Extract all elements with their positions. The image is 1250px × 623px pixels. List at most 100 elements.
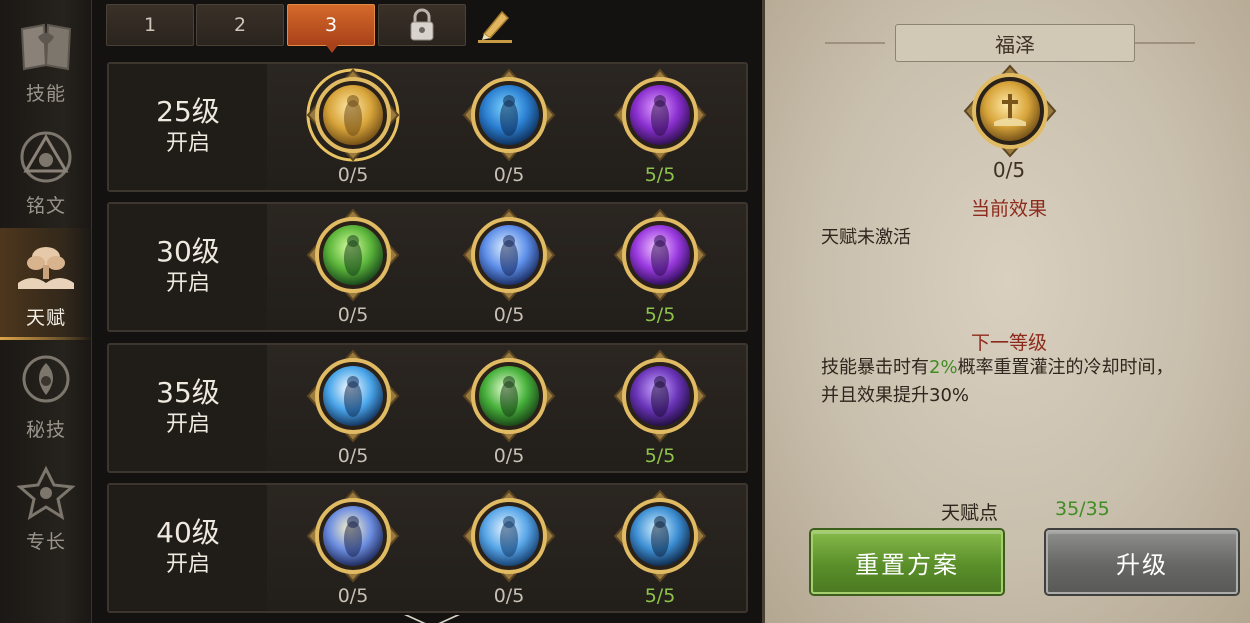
upgrade-button[interactable]: 升级 [1046, 530, 1238, 594]
light-burst-icon [462, 208, 556, 302]
skill-book-icon [20, 23, 72, 71]
next-level-text-part: 技能暴击时有 [821, 357, 929, 378]
inscription-icon [20, 131, 72, 183]
selected-talent-count: 0/5 [992, 158, 1026, 182]
lock-icon [410, 8, 434, 41]
side-navigation: 技能 铭文 天赋 秘技 专长 [0, 0, 92, 623]
talent-count: 5/5 [644, 304, 676, 326]
talent-points-label: 天赋点 [941, 502, 999, 524]
thunder-figure-icon [306, 489, 400, 583]
current-effect-heading: 当前效果 [970, 198, 1047, 220]
tab-2[interactable]: 2 [196, 4, 284, 46]
nav-label: 天赋 [25, 307, 66, 329]
talent-title: 福泽 [895, 24, 1135, 62]
nav-item-skills[interactable]: 技能 [0, 4, 92, 116]
unlock-label: 开启 [165, 412, 210, 437]
tab-label: 1 [143, 14, 157, 36]
talent-count: 5/5 [644, 585, 676, 607]
talent-row: 35级开启 0/5 0/5 5/5 [107, 343, 748, 473]
heal-cross-icon [462, 349, 556, 443]
next-level-text-part: 概率重置灌注的冷却时间， [957, 357, 1174, 378]
nav-label: 技能 [25, 83, 66, 105]
scroll-down-arrow-icon[interactable] [404, 612, 460, 623]
level-requirement: 25级开启 [109, 64, 267, 190]
talent-slot[interactable]: 5/5 [612, 489, 708, 609]
talent-count: 0/5 [493, 445, 525, 467]
level-requirement: 40级开启 [109, 485, 267, 611]
talent-points-value: 35/35 [1055, 498, 1110, 520]
tab-1[interactable]: 1 [106, 4, 194, 46]
talent-count: 0/5 [493, 304, 525, 326]
shadow-hand-icon [613, 68, 707, 162]
next-level-text: 技能暴击时有2%概率重置灌注的冷却时间， 并且效果提升30% [821, 354, 1241, 410]
unlock-label: 开启 [165, 271, 210, 296]
decorative-divider [1135, 42, 1195, 44]
talent-slot[interactable]: 0/5 [305, 68, 401, 188]
level-label: 25级 [156, 95, 220, 128]
talent-row: 25级开启 0/5 0/5 5/5 [107, 62, 748, 192]
talent-slot[interactable]: 0/5 [305, 208, 401, 328]
talent-title-text: 福泽 [995, 32, 1035, 57]
talent-slot[interactable]: 5/5 [612, 68, 708, 188]
holy-cross-icon [306, 68, 400, 162]
secret-art-icon [22, 355, 70, 403]
nav-item-secret-art[interactable]: 秘技 [0, 340, 92, 452]
talent-count: 0/5 [337, 304, 369, 326]
tab-label: 2 [233, 14, 247, 36]
talent-tree-icon [18, 247, 74, 289]
next-level-heading: 下一等级 [970, 332, 1047, 354]
nav-label: 铭文 [25, 195, 66, 217]
next-level-highlight: 2% [929, 357, 958, 378]
talent-slot[interactable]: 0/5 [305, 349, 401, 469]
talent-slot[interactable]: 0/5 [305, 489, 401, 609]
unlock-label: 开启 [165, 131, 210, 156]
talent-slot[interactable]: 0/5 [461, 489, 557, 609]
level-requirement: 35级开启 [109, 345, 267, 471]
tab-locked[interactable] [378, 4, 466, 46]
talent-row: 40级开启 0/5 0/5 5/5 [107, 483, 748, 613]
nav-item-talent[interactable]: 天赋 [0, 228, 92, 340]
spirit-figure-icon [613, 489, 707, 583]
next-level-text-line2: 并且效果提升30% [821, 385, 970, 406]
unlock-label: 开启 [165, 552, 210, 577]
level-label: 35级 [156, 376, 220, 409]
current-effect-text: 天赋未激活 [821, 227, 911, 248]
pencil-icon [478, 10, 512, 43]
selected-talent-icon [963, 64, 1057, 162]
winged-shield-icon [462, 489, 556, 583]
level-label: 30级 [156, 235, 220, 268]
edit-button[interactable] [476, 6, 516, 48]
talent-count: 0/5 [493, 585, 525, 607]
talent-slot[interactable]: 5/5 [612, 208, 708, 328]
upgrade-label: 升级 [1116, 550, 1168, 579]
talent-count: 0/5 [337, 164, 369, 186]
talent-count: 0/5 [493, 164, 525, 186]
talent-slot[interactable]: 0/5 [461, 208, 557, 328]
holy-cross-icon [963, 64, 1057, 158]
talent-detail-panel: 福泽 0/5 当前效果 天赋未激活 下一等级 技能暴击时有2%概率重置灌注的冷却… [762, 0, 1250, 623]
level-requirement: 30级开启 [109, 204, 267, 330]
decorative-divider [825, 42, 885, 44]
talent-slot[interactable]: 5/5 [612, 349, 708, 469]
nav-item-specialty[interactable]: 专长 [0, 452, 92, 564]
talent-count: 0/5 [337, 585, 369, 607]
nav-label: 秘技 [25, 419, 66, 441]
talent-count: 0/5 [337, 445, 369, 467]
talent-slot[interactable]: 0/5 [461, 68, 557, 188]
tab-label: 3 [324, 14, 338, 36]
silhouette-icon [462, 68, 556, 162]
hooded-figure-icon [613, 349, 707, 443]
reset-plan-button[interactable]: 重置方案 [811, 530, 1003, 594]
purple-vortex-icon [613, 208, 707, 302]
talent-count: 5/5 [644, 164, 676, 186]
green-figure-icon [306, 208, 400, 302]
nav-item-inscription[interactable]: 铭文 [0, 116, 92, 228]
talent-row: 30级开启 0/5 0/5 5/5 [107, 202, 748, 332]
level-label: 40级 [156, 516, 220, 549]
talent-count: 5/5 [644, 445, 676, 467]
lightning-strike-icon [306, 349, 400, 443]
tab-3[interactable]: 3 [287, 4, 375, 53]
talent-slot[interactable]: 0/5 [461, 349, 557, 469]
specialty-icon [16, 465, 76, 521]
reset-plan-label: 重置方案 [855, 550, 959, 579]
